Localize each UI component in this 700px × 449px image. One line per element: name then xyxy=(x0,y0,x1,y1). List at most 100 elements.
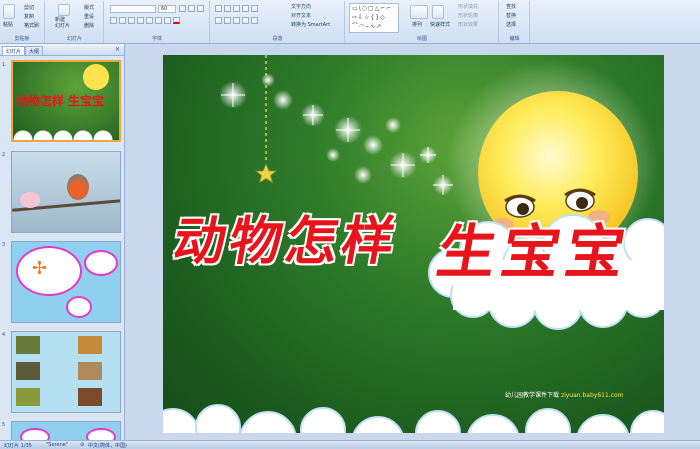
clipboard-label: 剪贴板 xyxy=(14,36,30,42)
copy-button[interactable]: 复制 xyxy=(24,13,34,20)
format-painter-button[interactable]: 格式刷 xyxy=(24,22,39,29)
theme-name: "Serene" xyxy=(46,442,69,448)
align-left-icon[interactable] xyxy=(215,17,222,24)
photo-thumb xyxy=(16,336,40,354)
shrink-font-icon[interactable] xyxy=(188,5,195,12)
tab-outline[interactable]: 大纲 xyxy=(25,46,44,55)
increase-indent-icon[interactable] xyxy=(242,5,249,12)
bottom-clouds xyxy=(163,404,664,433)
arrange-button[interactable] xyxy=(410,5,428,19)
watermark-url: ziyuan.baby611.com xyxy=(560,392,624,399)
bubble-thumb-3 xyxy=(66,296,92,318)
bubble-thumb xyxy=(20,428,50,440)
line-spacing-icon[interactable] xyxy=(251,5,258,12)
find-button[interactable]: 查找 xyxy=(506,3,516,10)
slides-label: 幻灯片 xyxy=(66,36,82,42)
font-label: 字体 xyxy=(151,36,162,42)
paragraph-group: 文字方向 对齐文本 转换为 SmartArt 段落 xyxy=(211,1,345,43)
title-thumb: 动物怎样 xyxy=(16,94,65,108)
paste-button[interactable] xyxy=(3,4,15,19)
bubble-thumb xyxy=(86,428,116,440)
tab-slides[interactable]: 幻灯片 xyxy=(2,46,26,55)
slide-thumbnail-5[interactable] xyxy=(11,421,121,440)
arrange-label: 排列 xyxy=(412,22,423,28)
shadow-icon[interactable] xyxy=(146,17,153,24)
paste-label: 粘贴 xyxy=(3,22,14,28)
photo-thumb xyxy=(78,388,102,406)
panel-tabs: 幻灯片 大纲 × xyxy=(0,44,124,56)
language-status[interactable]: 中文(简体，中国) xyxy=(88,442,127,449)
slide-title-part1[interactable]: 动物怎样 xyxy=(168,199,405,274)
italic-icon[interactable] xyxy=(119,17,126,24)
title-thumb-2: 生宝宝 xyxy=(68,94,105,108)
strikethrough-icon[interactable] xyxy=(137,17,144,24)
quick-styles-button[interactable] xyxy=(432,5,444,19)
slide-number: 2 xyxy=(2,152,6,158)
shape-effects-button[interactable]: 形状效果 xyxy=(458,21,478,28)
proofing-icon[interactable]: ⊘ xyxy=(80,442,84,448)
delete-button[interactable]: 删除 xyxy=(84,22,94,29)
slides-panel: 幻灯片 大纲 × 1 动物怎样 生宝宝 2 3 ✢ 4 5 xyxy=(0,44,125,440)
photo-thumb xyxy=(16,362,40,380)
bullets-icon[interactable] xyxy=(215,5,222,12)
paragraph-label: 段落 xyxy=(272,36,283,42)
editing-label: 编辑 xyxy=(509,36,520,42)
clear-format-icon[interactable] xyxy=(197,5,204,12)
slide-number: 1 xyxy=(2,62,6,68)
quick-styles-label: 快速样式 xyxy=(430,22,451,28)
columns-icon[interactable] xyxy=(251,17,258,24)
grow-font-icon[interactable] xyxy=(179,5,186,12)
align-right-icon[interactable] xyxy=(233,17,240,24)
watermark: 幼儿园教学课件下载 ziyuan.baby611.com xyxy=(505,390,624,399)
select-button[interactable]: 选择 xyxy=(506,21,516,28)
numbering-icon[interactable] xyxy=(224,5,231,12)
slide-count: 幻灯片 1/35 xyxy=(4,443,32,449)
clipboard-group: 粘贴 剪切 复制 格式刷 剪贴板 xyxy=(0,1,45,43)
drawing-group: ▭\○▢△⌐⌐ ⇨⇩☆{}◇ ⌒◠⌣∿↗ 排列 快速样式 形状填充 形状轮廓 形状效… xyxy=(346,1,499,43)
status-bar: 幻灯片 1/35 "Serene" ⊘ 中文(简体，中国) xyxy=(0,440,700,449)
slide-thumbnail-4[interactable] xyxy=(11,331,121,413)
slide-thumbnail-3[interactable]: ✢ xyxy=(11,241,121,323)
slides-group: 新建 幻灯片 版式 重设 删除 幻灯片 xyxy=(46,1,104,43)
case-icon[interactable] xyxy=(164,17,171,24)
sparkle-trail xyxy=(219,73,453,195)
decrease-indent-icon[interactable] xyxy=(233,5,240,12)
shape-fill-button[interactable]: 形状填充 xyxy=(458,3,478,10)
photo-thumb xyxy=(16,388,40,406)
layout-button[interactable]: 版式 xyxy=(84,4,94,11)
font-name-combo[interactable] xyxy=(110,5,156,13)
photo-thumb xyxy=(78,336,102,354)
font-group: 60 字体 xyxy=(105,1,210,43)
shape-outline-button[interactable]: 形状轮廓 xyxy=(458,12,478,19)
shapes-gallery[interactable]: ▭\○▢△⌐⌐ ⇨⇩☆{}◇ ⌒◠⌣∿↗ xyxy=(349,3,399,33)
slide-thumbnail-1[interactable]: 动物怎样 生宝宝 xyxy=(11,60,121,142)
photo-thumb xyxy=(78,362,102,380)
bold-icon[interactable] xyxy=(110,17,117,24)
text-direction-button[interactable]: 文字方向 xyxy=(291,3,311,10)
spacing-icon[interactable] xyxy=(155,17,162,24)
drawing-label: 绘图 xyxy=(416,36,427,42)
align-text-button[interactable]: 对齐文本 xyxy=(291,12,311,19)
replace-button[interactable]: 替换 xyxy=(506,12,516,19)
smartart-button[interactable]: 转换为 SmartArt xyxy=(291,21,330,28)
cut-button[interactable]: 剪切 xyxy=(24,4,34,11)
reset-button[interactable]: 重设 xyxy=(84,13,94,20)
bird-thumb xyxy=(67,174,89,200)
font-size-combo[interactable]: 60 xyxy=(158,5,176,13)
underline-icon[interactable] xyxy=(128,17,135,24)
justify-icon[interactable] xyxy=(242,17,249,24)
slide-title-part2[interactable]: 生宝宝 xyxy=(432,205,639,289)
slide-number: 4 xyxy=(2,332,6,338)
hanging-star xyxy=(254,162,278,184)
new-slide-button[interactable] xyxy=(58,4,70,16)
font-color-icon[interactable] xyxy=(173,17,180,24)
close-icon[interactable]: × xyxy=(115,46,120,53)
align-center-icon[interactable] xyxy=(224,17,231,24)
sparkle-crosses xyxy=(221,83,453,195)
slide-thumbnail-2[interactable] xyxy=(11,151,121,233)
dragonfly-thumb: ✢ xyxy=(32,258,48,279)
current-slide[interactable]: 动物怎样 生宝宝 幼儿园教学课件下载 ziyuan.baby611.com xyxy=(163,55,664,433)
slide-number: 3 xyxy=(2,242,6,248)
blossom-thumb xyxy=(20,192,40,208)
ribbon: 粘贴 剪切 复制 格式刷 剪贴板 新建 幻灯片 版式 重设 删除 幻灯片 60 … xyxy=(0,0,700,44)
